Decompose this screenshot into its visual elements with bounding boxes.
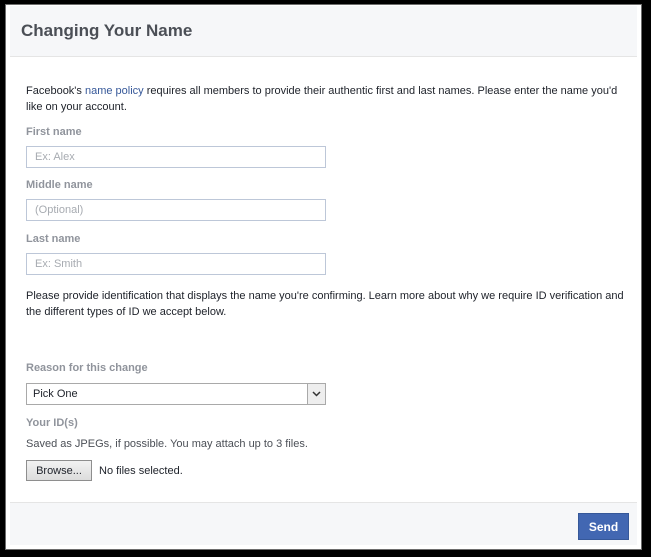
browse-button[interactable]: Browse...: [26, 460, 92, 481]
dialog-header: Changing Your Name: [10, 6, 637, 57]
dialog-title: Changing Your Name: [21, 21, 193, 40]
intro-text: Facebook's name policy requires all memb…: [26, 83, 630, 115]
reason-select[interactable]: Pick One: [26, 383, 326, 405]
send-button[interactable]: Send: [578, 513, 629, 540]
file-status-text: No files selected.: [99, 465, 183, 477]
middle-name-label: Middle name: [26, 179, 93, 191]
dialog-footer: Send: [10, 502, 637, 545]
reason-label: Reason for this change: [26, 362, 148, 374]
id-requirement-text: Please provide identification that displ…: [26, 290, 624, 318]
ids-hint-text: Saved as JPEGs, if possible. You may att…: [26, 438, 308, 450]
intro-prefix: Facebook's: [26, 85, 85, 97]
name-policy-link[interactable]: name policy: [85, 85, 144, 97]
reason-select-value: Pick One: [33, 388, 78, 400]
first-name-label: First name: [26, 126, 82, 138]
last-name-label: Last name: [26, 233, 81, 245]
first-name-input[interactable]: [26, 146, 326, 168]
your-ids-label: Your ID(s): [26, 417, 78, 429]
chevron-down-icon[interactable]: [307, 384, 325, 404]
change-name-dialog: Changing Your Name Facebook's name polic…: [5, 4, 642, 550]
last-name-input[interactable]: [26, 253, 326, 275]
middle-name-input[interactable]: [26, 199, 326, 221]
